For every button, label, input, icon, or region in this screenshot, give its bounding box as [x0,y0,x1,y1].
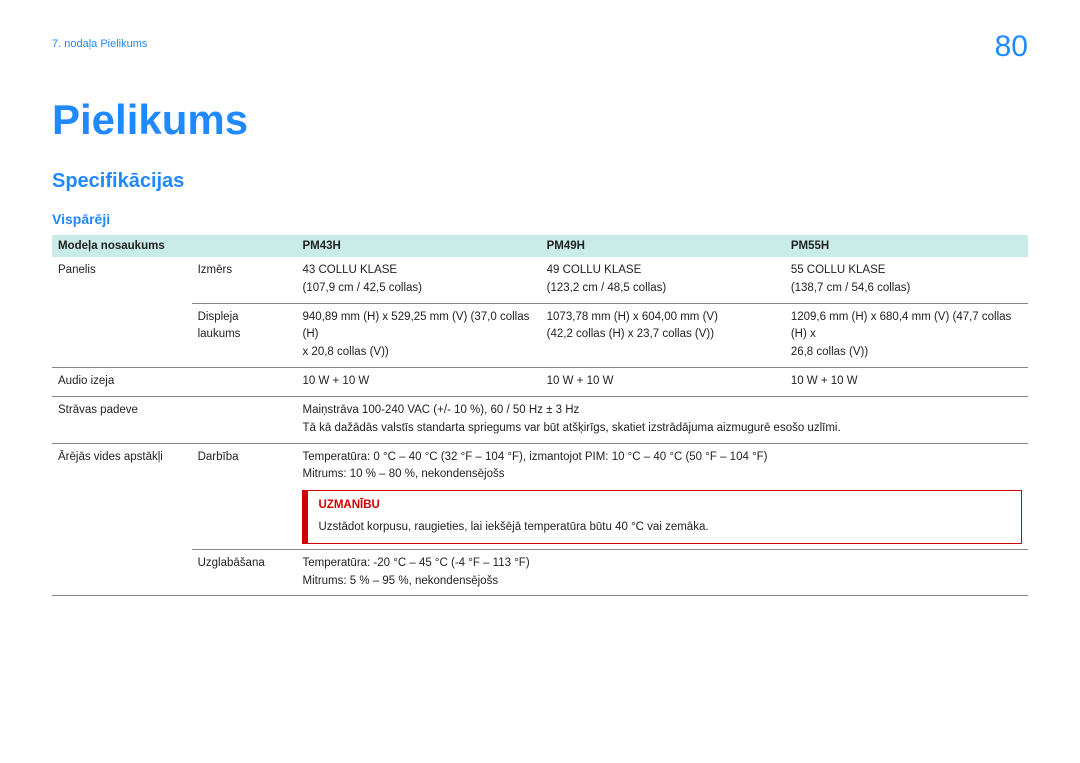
specs-table: Modeļa nosaukums PM43H PM49H PM55H Panel… [52,235,1028,596]
caution-title: UZMANĪBU [318,497,1011,515]
cell-audio-pm49: 10 W + 10 W [541,368,785,397]
table-row: Uzglabāšana Temperatūra: -20 °C – 45 °C … [52,549,1028,596]
cell-audio-label: Audio izeja [52,368,296,397]
header-bar: 7. nodaļa Pielikums 80 [52,32,1028,62]
text: 43 COLLU KLASE [302,264,397,276]
cell-audio-pm55: 10 W + 10 W [785,368,1028,397]
cell-power-value: Maiņstrāva 100-240 VAC (+/- 10 %), 60 / … [296,396,1028,443]
th-pm43: PM43H [296,235,540,257]
cell-env-label: Ārējās vides apstākļi [52,443,192,596]
cell-op-value: Temperatūra: 0 °C – 40 °C (32 °F – 104 °… [296,443,1028,549]
text: Maiņstrāva 100-240 VAC (+/- 10 %), 60 / … [302,404,579,416]
text: laukums [198,328,241,340]
text: 940,89 mm (H) x 529,25 mm (V) (37,0 coll… [302,311,529,341]
text: 55 COLLU KLASE [791,264,886,276]
table-row: Strāvas padeve Maiņstrāva 100-240 VAC (+… [52,396,1028,443]
subsection-heading: Vispārēji [52,211,1028,227]
th-pm49: PM49H [541,235,785,257]
text: Displeja [198,311,239,323]
cell-area-pm55: 1209,6 mm (H) x 680,4 mm (V) (47,7 colla… [785,303,1028,367]
text: Mitrums: 10 % – 80 %, nekondensējošs [302,468,504,480]
th-model: Modeļa nosaukums [52,235,296,257]
text: (107,9 cm / 42,5 collas) [302,282,422,294]
breadcrumb: 7. nodaļa Pielikums [52,32,147,50]
caution-text: Uzstādot korpusu, raugieties, lai iekšēj… [318,519,1011,537]
text: 1209,6 mm (H) x 680,4 mm (V) (47,7 colla… [791,311,1012,341]
cell-panel-label: Panelis [52,257,192,368]
cell-size-label: Izmērs [192,257,297,303]
text: x 20,8 collas (V)) [302,346,388,358]
table-row: Ārējās vides apstākļi Darbība Temperatūr… [52,443,1028,549]
table-row: Audio izeja 10 W + 10 W 10 W + 10 W 10 W… [52,368,1028,397]
table-header-row: Modeļa nosaukums PM43H PM49H PM55H [52,235,1028,257]
section-heading: Specifikācijas [52,170,1028,193]
cell-audio-pm43: 10 W + 10 W [296,368,540,397]
cell-store-label: Uzglabāšana [192,549,297,596]
cell-area-pm49: 1073,78 mm (H) x 604,00 mm (V) (42,2 col… [541,303,785,367]
th-pm55: PM55H [785,235,1028,257]
cell-size-pm49: 49 COLLU KLASE (123,2 cm / 48,5 collas) [541,257,785,303]
page-number: 80 [995,32,1028,62]
cell-power-label: Strāvas padeve [52,396,296,443]
caution-box: UZMANĪBU Uzstādot korpusu, raugieties, l… [302,490,1022,544]
page-title: Pielikums [52,96,1028,144]
text: Tā kā dažādās valstīs standarta spriegum… [302,422,840,434]
table-row: Panelis Izmērs 43 COLLU KLASE (107,9 cm … [52,257,1028,303]
text: 1073,78 mm (H) x 604,00 mm (V) [547,311,718,323]
cell-op-label: Darbība [192,443,297,549]
cell-area-label: Displeja laukums [192,303,297,367]
cell-area-pm43: 940,89 mm (H) x 529,25 mm (V) (37,0 coll… [296,303,540,367]
table-row: Displeja laukums 940,89 mm (H) x 529,25 … [52,303,1028,367]
text: Temperatūra: 0 °C – 40 °C (32 °F – 104 °… [302,451,767,463]
text: (42,2 collas (H) x 23,7 collas (V)) [547,328,714,340]
text: (123,2 cm / 48,5 collas) [547,282,667,294]
cell-size-pm55: 55 COLLU KLASE (138,7 cm / 54,6 collas) [785,257,1028,303]
text: 26,8 collas (V)) [791,346,868,358]
cell-size-pm43: 43 COLLU KLASE (107,9 cm / 42,5 collas) [296,257,540,303]
text: (138,7 cm / 54,6 collas) [791,282,911,294]
text: Mitrums: 5 % – 95 %, nekondensējošs [302,575,498,587]
cell-store-value: Temperatūra: -20 °C – 45 °C (-4 °F – 113… [296,549,1028,596]
text: 49 COLLU KLASE [547,264,642,276]
text: Temperatūra: -20 °C – 45 °C (-4 °F – 113… [302,557,529,569]
